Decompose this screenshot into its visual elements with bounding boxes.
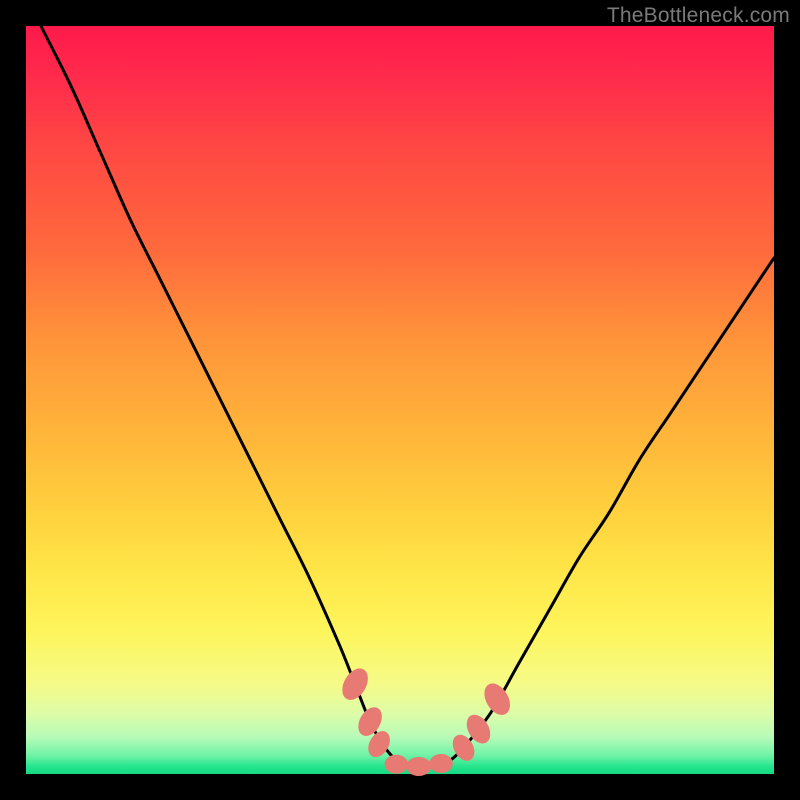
outer-frame: TheBottleneck.com xyxy=(0,0,800,800)
bottom-bead-2 xyxy=(407,758,431,776)
left-upper-bead xyxy=(338,665,373,704)
right-upper-bead xyxy=(480,680,515,719)
bottom-bead-1 xyxy=(385,755,407,773)
plot-area xyxy=(26,26,774,774)
bottleneck-curve xyxy=(41,26,774,767)
watermark-text: TheBottleneck.com xyxy=(607,4,790,28)
chart-svg xyxy=(26,26,774,774)
marker-group xyxy=(338,665,515,776)
bottom-bead-3 xyxy=(430,755,452,773)
